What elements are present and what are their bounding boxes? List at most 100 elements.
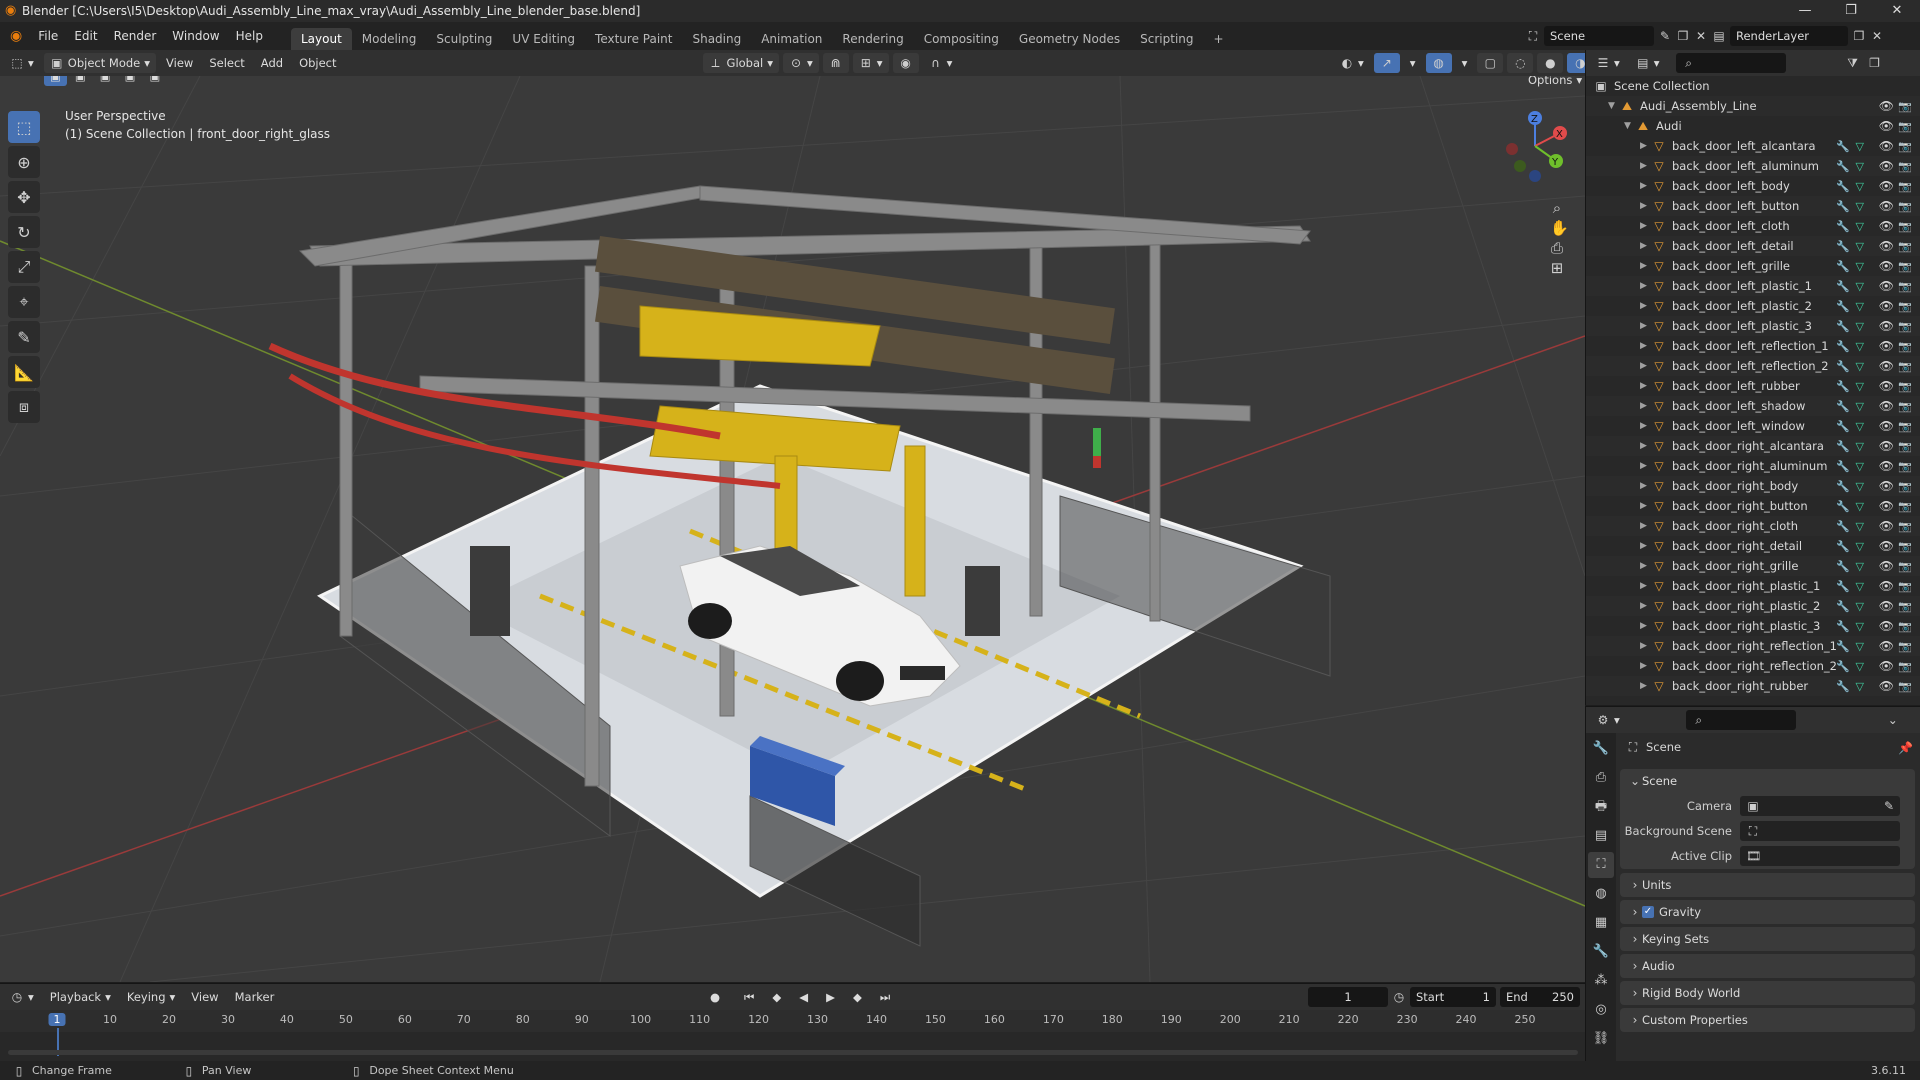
gravity-checkbox[interactable]: ✓: [1642, 906, 1654, 918]
outliner-object-row[interactable]: ▶ ▽ back_door_right_plastic_2 🔧 ▽ 👁 📷: [1586, 596, 1920, 616]
camera-icon[interactable]: 📷: [1898, 640, 1912, 653]
outliner-search-input[interactable]: ⌕: [1675, 53, 1786, 73]
gravity-panel[interactable]: › ✓ Gravity: [1620, 900, 1915, 924]
delete-scene-icon[interactable]: ✕: [1694, 29, 1708, 43]
eye-icon[interactable]: 👁: [1879, 159, 1894, 173]
camera-icon[interactable]: 📷: [1898, 120, 1912, 133]
camera-icon[interactable]: 📷: [1898, 520, 1912, 533]
outliner-object-row[interactable]: ▶ ▽ back_door_left_plastic_1 🔧 ▽ 👁 📷: [1586, 276, 1920, 296]
camera-icon[interactable]: 📷: [1898, 400, 1912, 413]
camera-icon[interactable]: 📷: [1898, 240, 1912, 253]
outliner-object-row[interactable]: ▶ ▽ back_door_right_reflection_1 🔧 ▽ 👁 📷: [1586, 636, 1920, 656]
modifier-icon[interactable]: 🔧: [1836, 320, 1850, 333]
frame-ruler[interactable]: 1 10 20 30 40 50 60 70 80 90 100 110 120 130 140 150 160…: [0, 1010, 1585, 1056]
mesh-data-icon[interactable]: ▽: [1856, 360, 1864, 373]
camera-icon[interactable]: 📷: [1898, 460, 1912, 473]
mode-selector[interactable]: ▣ Object Mode ▾: [43, 53, 157, 73]
outliner-object-row[interactable]: ▶ ▽ back_door_right_plastic_3 🔧 ▽ 👁 📷: [1586, 616, 1920, 636]
audio-panel[interactable]: › Audio: [1620, 954, 1915, 978]
modifier-icon[interactable]: 🔧: [1836, 520, 1850, 533]
eye-icon[interactable]: 👁: [1879, 679, 1894, 693]
menu-keying[interactable]: Keying ▾: [121, 987, 181, 1007]
restore-button[interactable]: ❐: [1828, 0, 1874, 22]
tab-geometry-nodes[interactable]: Geometry Nodes: [1009, 28, 1130, 50]
current-frame-field[interactable]: 1: [1308, 987, 1388, 1007]
tab-scripting[interactable]: Scripting: [1130, 28, 1203, 50]
view-layer-selector[interactable]: RenderLayer: [1730, 26, 1848, 46]
snap-button[interactable]: ⋒: [822, 53, 849, 73]
camera-icon[interactable]: 📷: [1898, 620, 1912, 633]
end-frame-field[interactable]: End 250: [1500, 987, 1580, 1007]
rotate-icon[interactable]: ↻: [8, 216, 40, 248]
expand-arrow-icon[interactable]: ▶: [1640, 401, 1652, 411]
overlay-dropdown[interactable]: ▾: [1456, 53, 1474, 73]
modifier-icon[interactable]: 🔧: [1836, 480, 1850, 493]
outliner-object-row[interactable]: ▶ ▽ back_door_right_grille 🔧 ▽ 👁 📷: [1586, 556, 1920, 576]
constraints-tab-icon[interactable]: ⛓: [1588, 1026, 1614, 1052]
scene-tab-icon[interactable]: ⛶: [1588, 852, 1614, 878]
transform-icon[interactable]: ⌖: [8, 286, 40, 318]
properties-search-input[interactable]: ⌕: [1685, 710, 1796, 730]
modifier-icon[interactable]: 🔧: [1836, 200, 1850, 213]
eye-icon[interactable]: 👁: [1879, 379, 1894, 393]
mesh-data-icon[interactable]: ▽: [1856, 680, 1864, 693]
eye-icon[interactable]: 👁: [1879, 359, 1894, 373]
expand-arrow-icon[interactable]: ▼: [1608, 101, 1620, 111]
eye-icon[interactable]: 👁: [1879, 319, 1894, 333]
modifier-icon[interactable]: 🔧: [1836, 380, 1850, 393]
add-cube-icon[interactable]: ⧈: [8, 391, 40, 423]
keying-sets-panel[interactable]: › Keying Sets: [1620, 927, 1915, 951]
expand-arrow-icon[interactable]: ▶: [1640, 241, 1652, 251]
eye-icon[interactable]: 👁: [1879, 479, 1894, 493]
modifier-icon[interactable]: 🔧: [1836, 300, 1850, 313]
output-tab-icon[interactable]: 🖶: [1588, 794, 1614, 820]
visibility-button[interactable]: ◐ ▾: [1334, 53, 1370, 73]
expand-arrow-icon[interactable]: ▶: [1640, 261, 1652, 271]
menu-add[interactable]: Add: [255, 53, 289, 73]
expand-arrow-icon[interactable]: ▶: [1640, 161, 1652, 171]
new-collection-icon[interactable]: ❐: [1868, 56, 1882, 70]
outliner-object-row[interactable]: ▶ ▽ back_door_left_reflection_1 🔧 ▽ 👁 📷: [1586, 336, 1920, 356]
snap-target-button[interactable]: ⊞ ▾: [852, 53, 889, 73]
start-frame-field[interactable]: Start 1: [1410, 987, 1496, 1007]
outliner-object-row[interactable]: ▶ ▽ back_door_left_rubber 🔧 ▽ 👁 📷: [1586, 376, 1920, 396]
delete-view-layer-icon[interactable]: ✕: [1870, 29, 1884, 43]
menu-help[interactable]: Help: [228, 22, 271, 50]
expand-arrow-icon[interactable]: ▶: [1640, 181, 1652, 191]
camera-icon[interactable]: 📷: [1898, 140, 1912, 153]
mesh-data-icon[interactable]: ▽: [1856, 500, 1864, 513]
jump-start-icon[interactable]: ⏮: [738, 987, 760, 1007]
select-box-icon[interactable]: ⬚: [8, 111, 40, 143]
expand-arrow-icon[interactable]: ▶: [1640, 341, 1652, 351]
expand-arrow-icon[interactable]: ▶: [1640, 561, 1652, 571]
expand-arrow-icon[interactable]: ▶: [1640, 541, 1652, 551]
tab-compositing[interactable]: Compositing: [914, 28, 1009, 50]
modifier-icon[interactable]: 🔧: [1836, 660, 1850, 673]
record-icon[interactable]: ●: [704, 987, 726, 1007]
expand-arrow-icon[interactable]: ▶: [1640, 201, 1652, 211]
camera-icon[interactable]: 📷: [1898, 440, 1912, 453]
mesh-data-icon[interactable]: ▽: [1856, 400, 1864, 413]
eyedropper-icon[interactable]: ✎: [1882, 799, 1896, 813]
outliner-editor-type[interactable]: ☰ ▾: [1590, 53, 1626, 73]
mesh-data-icon[interactable]: ▽: [1856, 340, 1864, 353]
eye-icon[interactable]: 👁: [1879, 419, 1894, 433]
camera-icon[interactable]: 📷: [1898, 200, 1912, 213]
3d-viewport[interactable]: User Perspective (1) Scene Collection | …: [0, 76, 1585, 982]
modifier-tab-icon[interactable]: 🔧: [1588, 939, 1614, 965]
expand-arrow-icon[interactable]: ▶: [1640, 461, 1652, 471]
expand-arrow-icon[interactable]: ▶: [1640, 321, 1652, 331]
outliner-object-row[interactable]: ▶ ▽ back_door_left_cloth 🔧 ▽ 👁 📷: [1586, 216, 1920, 236]
expand-arrow-icon[interactable]: ▶: [1640, 301, 1652, 311]
falloff-button[interactable]: ∩ ▾: [923, 53, 959, 73]
eye-icon[interactable]: 👁: [1879, 539, 1894, 553]
pin-icon[interactable]: 📌: [1898, 741, 1913, 755]
modifier-icon[interactable]: 🔧: [1836, 560, 1850, 573]
mesh-data-icon[interactable]: ▽: [1856, 520, 1864, 533]
camera-icon[interactable]: 📷: [1898, 100, 1912, 113]
menu-select[interactable]: Select: [203, 53, 250, 73]
camera-icon[interactable]: 📷: [1898, 340, 1912, 353]
modifier-icon[interactable]: 🔧: [1836, 420, 1850, 433]
gizmo-dropdown[interactable]: ▾: [1404, 53, 1422, 73]
scene-selector[interactable]: Scene: [1544, 26, 1654, 46]
